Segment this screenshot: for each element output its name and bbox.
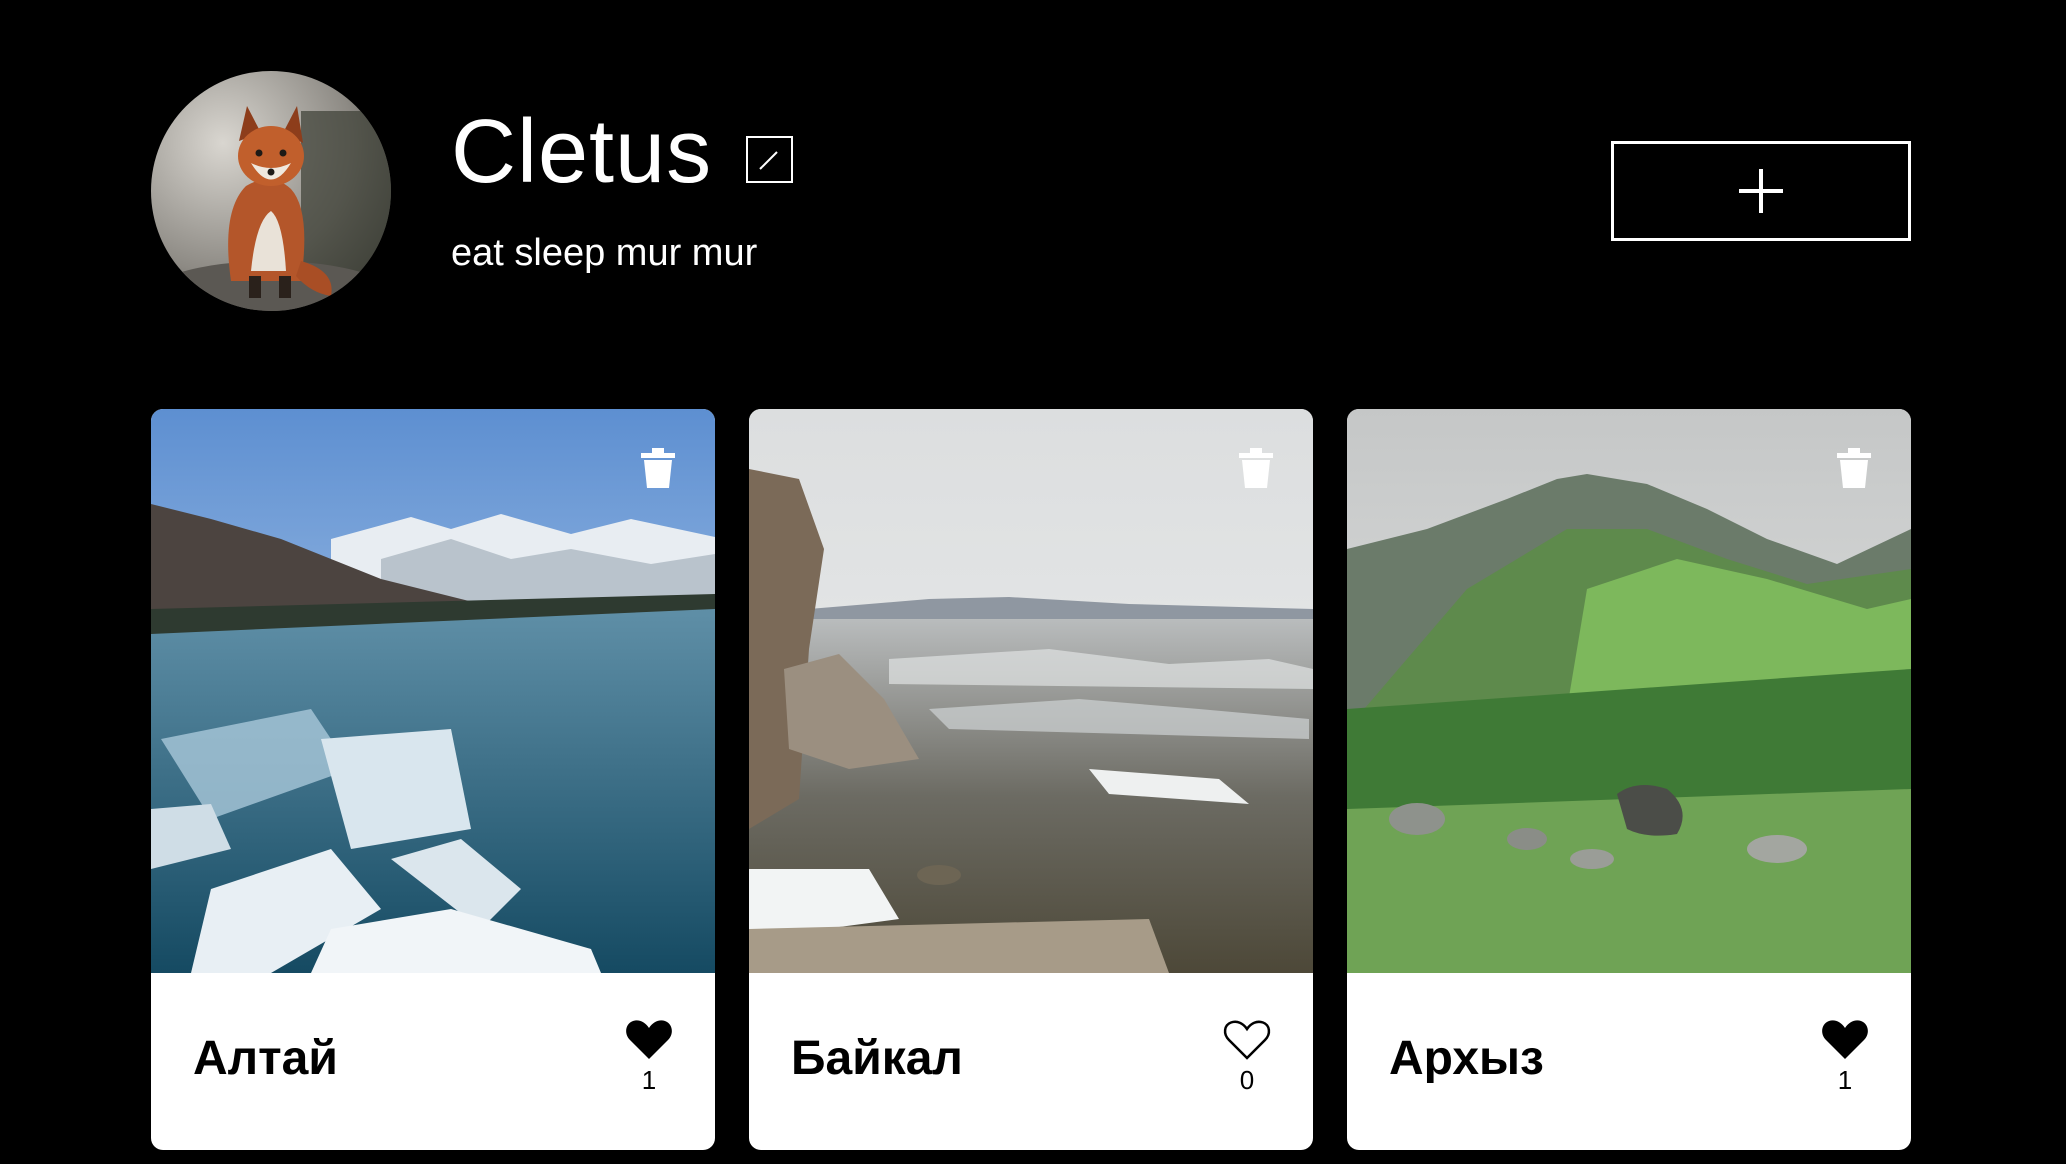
like-button[interactable] xyxy=(625,1019,673,1061)
profile-name: Cletus xyxy=(451,102,713,202)
card-title: Байкал xyxy=(791,1035,963,1083)
like-group: 1 xyxy=(619,1019,679,1093)
edit-profile-button[interactable] xyxy=(746,136,793,183)
cards-gallery: Алтай 1 Байкал 0 Архыз 1 xyxy=(151,409,1911,1150)
plus-icon xyxy=(1739,169,1783,213)
like-button[interactable] xyxy=(1223,1019,1271,1061)
heart-outline-icon xyxy=(1223,1020,1271,1060)
card-title: Архыз xyxy=(1389,1035,1544,1083)
like-button[interactable] xyxy=(1821,1019,1869,1061)
add-card-button[interactable] xyxy=(1611,141,1911,241)
heart-filled-icon xyxy=(626,1020,672,1059)
like-count: 1 xyxy=(1837,1065,1853,1095)
card: Алтай 1 xyxy=(151,409,715,1150)
like-group: 1 xyxy=(1815,1019,1875,1093)
delete-card-button[interactable] xyxy=(1836,448,1872,488)
card-title: Алтай xyxy=(193,1035,338,1083)
delete-card-button[interactable] xyxy=(640,448,676,488)
card-image[interactable] xyxy=(1347,409,1911,973)
like-count: 1 xyxy=(641,1065,657,1095)
trash-icon xyxy=(1837,448,1871,488)
profile-about: eat sleep mur mur xyxy=(451,232,758,274)
green-mountain-valley xyxy=(1347,409,1911,973)
card: Байкал 0 xyxy=(749,409,1313,1150)
frozen-river-mountains xyxy=(151,409,715,973)
like-count: 0 xyxy=(1239,1065,1255,1095)
like-group: 0 xyxy=(1217,1019,1277,1093)
trash-icon xyxy=(641,448,675,488)
trash-icon xyxy=(1239,448,1273,488)
heart-filled-icon xyxy=(1822,1020,1868,1059)
card: Архыз 1 xyxy=(1347,409,1911,1150)
card-image[interactable] xyxy=(151,409,715,973)
fox-photo xyxy=(151,71,391,311)
card-image[interactable] xyxy=(749,409,1313,973)
profile-section: Cletus eat sleep mur mur xyxy=(151,71,1911,311)
delete-card-button[interactable] xyxy=(1238,448,1274,488)
lake-with-ice-rocks xyxy=(749,409,1313,973)
pencil-icon xyxy=(759,151,778,170)
avatar[interactable] xyxy=(151,71,391,311)
